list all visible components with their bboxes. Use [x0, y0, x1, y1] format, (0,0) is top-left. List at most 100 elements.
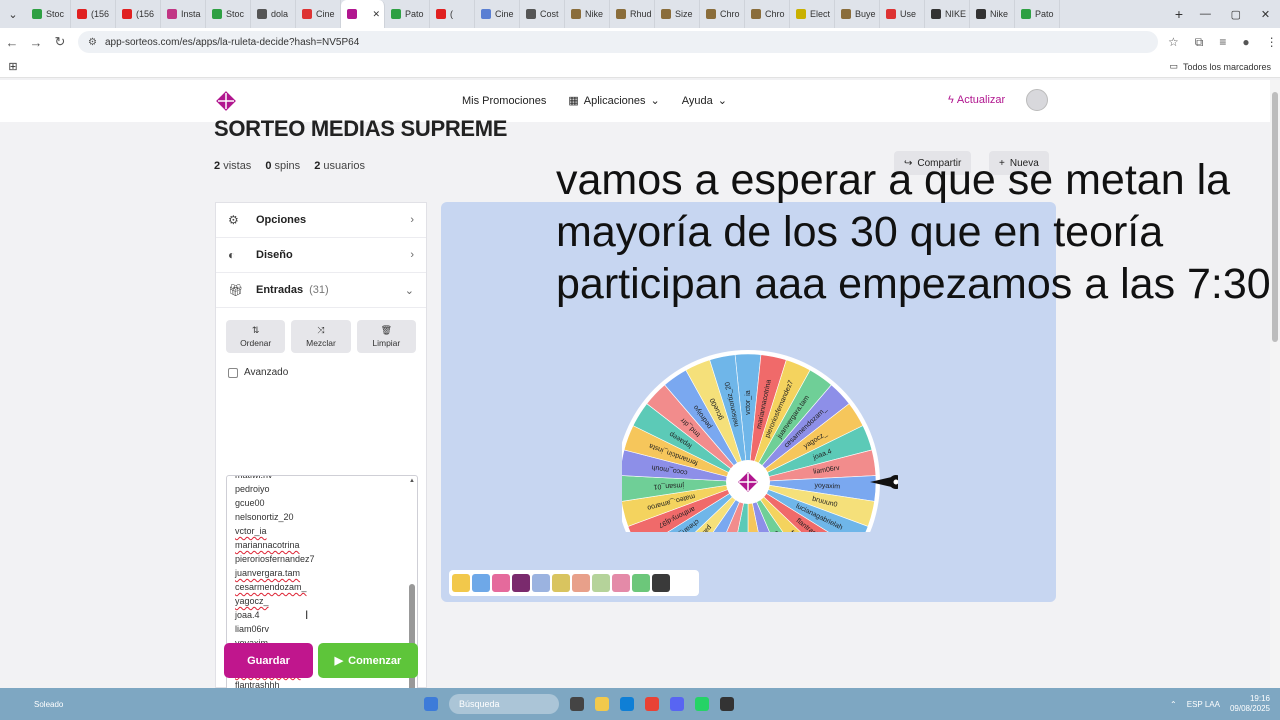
- extensions-icon[interactable]: ⧉: [1195, 35, 1204, 50]
- system-clock[interactable]: 19:16 09/08/2025: [1230, 694, 1270, 714]
- obs-icon[interactable]: [720, 697, 734, 711]
- apps-grid-icon[interactable]: ⊞: [0, 60, 26, 73]
- browser-tab[interactable]: Insta: [161, 0, 206, 28]
- advanced-checkbox[interactable]: [228, 367, 238, 378]
- taskbar-search[interactable]: Búsqueda: [449, 694, 559, 714]
- browser-tab[interactable]: (156: [71, 0, 116, 28]
- browser-tab[interactable]: Cine: [475, 0, 520, 28]
- browser-tab[interactable]: dola: [251, 0, 296, 28]
- tab-close-icon[interactable]: ✕: [372, 9, 380, 20]
- bookmark-star-icon[interactable]: ☆: [1168, 35, 1179, 50]
- file-explorer-icon[interactable]: [595, 697, 609, 711]
- browser-tab[interactable]: Stoc: [26, 0, 71, 28]
- palette-swatch[interactable]: [552, 574, 570, 592]
- roulette-wheel[interactable]: vctor_ia mariannacotrinapieroriosfernande…: [622, 272, 898, 532]
- tab-label: Chro: [765, 9, 785, 19]
- close-icon[interactable]: ✕: [1261, 8, 1270, 21]
- tab-label: NIKE: [945, 9, 967, 19]
- page-scroll-thumb[interactable]: [1272, 92, 1278, 342]
- scroll-up-icon[interactable]: ▲: [409, 478, 415, 484]
- shuffle-button[interactable]: ⤨ Mezclar: [291, 320, 351, 353]
- palette-swatch[interactable]: [532, 574, 550, 592]
- browser-tab[interactable]: Stoc: [206, 0, 251, 28]
- palette-swatch[interactable]: [592, 574, 610, 592]
- weather-widget[interactable]: Soleado: [0, 700, 90, 709]
- palette-swatch[interactable]: [512, 574, 530, 592]
- language-indicator[interactable]: ESP LAA: [1187, 700, 1220, 709]
- browser-tab[interactable]: Elect: [790, 0, 835, 28]
- tab-favicon-icon: [77, 9, 87, 19]
- edge-icon[interactable]: [620, 697, 634, 711]
- site-info-icon[interactable]: ⚙: [88, 37, 97, 48]
- browser-tab[interactable]: Pato: [385, 0, 430, 28]
- tab-label: Pato: [1035, 9, 1054, 19]
- browser-tab[interactable]: Nike: [970, 0, 1015, 28]
- palette-swatch[interactable]: [572, 574, 590, 592]
- nav-aplicaciones[interactable]: ▦ Aplicaciones ⌄: [568, 94, 659, 108]
- reading-list-icon[interactable]: ≡: [1219, 35, 1226, 50]
- stream-overlay-text: vamos a esperar a que se metan la mayorí…: [556, 156, 1270, 308]
- browser-tab[interactable]: Buye: [835, 0, 880, 28]
- advanced-toggle[interactable]: Avanzado: [216, 353, 426, 378]
- palette-swatch[interactable]: [472, 574, 490, 592]
- browser-tab[interactable]: (: [430, 0, 475, 28]
- task-view-icon[interactable]: [570, 697, 584, 711]
- upgrade-label: Actualizar: [956, 94, 1006, 106]
- browser-tab[interactable]: Chro: [745, 0, 790, 28]
- new-tab-button[interactable]: +: [1168, 6, 1190, 22]
- back-icon[interactable]: ←: [0, 35, 24, 50]
- sort-button[interactable]: ⇅ Ordenar: [226, 320, 286, 353]
- forward-icon[interactable]: →: [24, 35, 48, 50]
- tab-label: (: [450, 9, 453, 19]
- browser-tab[interactable]: Pato: [1015, 0, 1060, 28]
- palette-swatch[interactable]: [612, 574, 630, 592]
- entry-line: matiwi.nv: [235, 475, 273, 480]
- browser-tab[interactable]: Cine: [296, 0, 341, 28]
- start-menu-icon[interactable]: [424, 697, 438, 711]
- chrome-icon[interactable]: [645, 697, 659, 711]
- nav-ayuda[interactable]: Ayuda ⌄: [682, 94, 727, 108]
- tab-search-button[interactable]: ⌄: [0, 0, 26, 28]
- palette-swatch[interactable]: [452, 574, 470, 592]
- accordion-opciones[interactable]: ⚙ Opciones ›: [216, 203, 426, 238]
- upgrade-link[interactable]: ϟ Actualizar: [948, 94, 1005, 106]
- browser-tab[interactable]: ✕: [341, 0, 385, 28]
- palette-swatch[interactable]: [632, 574, 650, 592]
- url-input[interactable]: ⚙ app-sorteos.com/es/apps/la-ruleta-deci…: [78, 31, 1158, 53]
- save-button[interactable]: Guardar: [224, 643, 313, 678]
- palette-swatch[interactable]: [492, 574, 510, 592]
- browser-tab[interactable]: Use: [880, 0, 925, 28]
- page-scrollbar[interactable]: [1270, 80, 1280, 688]
- clear-button[interactable]: 🗑︎ Limpiar: [356, 320, 416, 353]
- accordion-entradas[interactable]: 🎁︎ Entradas (31) ⌄: [216, 273, 426, 308]
- menu-icon[interactable]: ⋮: [1266, 35, 1278, 50]
- sort-icon: ⇅: [251, 325, 260, 335]
- browser-tab[interactable]: Rhud: [610, 0, 655, 28]
- reload-icon[interactable]: ↻: [48, 34, 72, 50]
- tab-favicon-icon: [616, 9, 626, 19]
- browser-tab[interactable]: Size: [655, 0, 700, 28]
- whatsapp-icon[interactable]: [695, 697, 709, 711]
- browser-tab[interactable]: NIKE: [925, 0, 970, 28]
- browser-tab[interactable]: Chro: [700, 0, 745, 28]
- accordion-diseno[interactable]: ◐ Diseño ›: [216, 238, 426, 273]
- browser-tab[interactable]: Cost: [520, 0, 565, 28]
- bookmarks-bar: ⊞ ▭ Todos los marcadores: [0, 56, 1280, 78]
- browser-tab[interactable]: (156: [116, 0, 161, 28]
- user-avatar[interactable]: [1026, 89, 1048, 111]
- users-count: 2: [314, 160, 321, 172]
- start-label: Comenzar: [348, 654, 402, 667]
- minimize-icon[interactable]: —: [1200, 8, 1211, 21]
- start-button[interactable]: ▶ Comenzar: [318, 643, 418, 678]
- palette-swatch[interactable]: [652, 574, 670, 592]
- maximize-icon[interactable]: ▢: [1231, 8, 1241, 21]
- nav-mis-promociones[interactable]: Mis Promociones: [462, 94, 546, 107]
- app-sorteos-logo-icon[interactable]: [215, 90, 237, 112]
- profile-icon[interactable]: ●: [1242, 35, 1249, 50]
- tray-chevron-icon[interactable]: ⌃: [1170, 700, 1177, 709]
- tab-favicon-icon: [751, 9, 761, 19]
- discord-icon[interactable]: [670, 697, 684, 711]
- all-bookmarks-button[interactable]: ▭ Todos los marcadores: [1169, 61, 1271, 72]
- browser-tab[interactable]: Nike: [565, 0, 610, 28]
- tab-favicon-icon: [976, 9, 986, 19]
